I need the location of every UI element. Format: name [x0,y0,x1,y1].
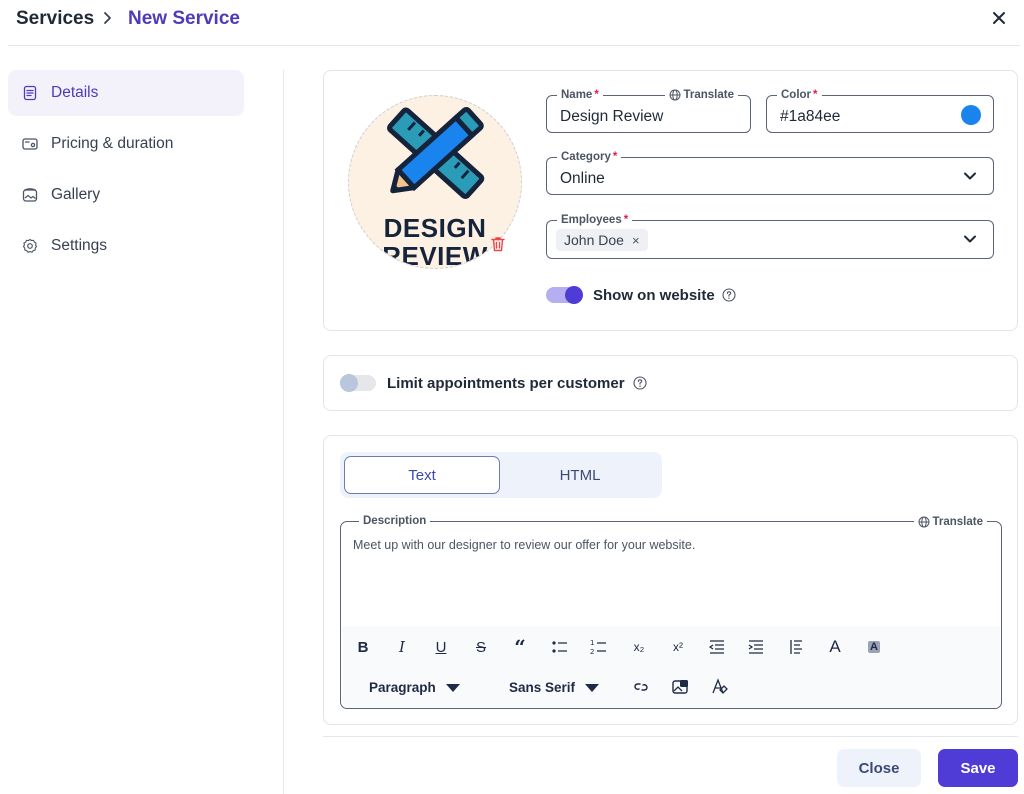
close-icon[interactable] [990,9,1008,27]
gallery-icon [22,187,38,203]
blockquote-icon[interactable]: “ [509,635,531,659]
color-input[interactable]: #1a84ee [780,108,840,126]
breadcrumb-services[interactable]: Services [16,8,94,30]
color-swatch[interactable] [961,105,981,125]
color-label: Color * [777,88,822,102]
header: Services New Service [0,0,1024,46]
subscript-icon[interactable]: x₂ [628,636,650,658]
sidebar-item-label: Settings [51,237,108,254]
name-input[interactable]: Design Review [560,108,663,126]
show-on-website-toggle[interactable] [546,286,583,304]
caret-down-icon [445,683,460,692]
chevron-down-icon[interactable] [963,234,977,244]
tab-html[interactable]: HTML [502,456,658,494]
name-label: Name * [557,88,603,102]
text-direction-icon[interactable] [785,636,807,658]
pencil-ruler-icon [387,106,485,199]
font-select[interactable]: Sans Serif [509,680,600,695]
highlight-icon[interactable]: A [863,636,885,658]
footer-divider [323,736,1018,737]
outdent-icon[interactable] [706,636,728,658]
employees-label: Employees * [557,213,633,227]
sidebar-item-label: Pricing & duration [51,135,174,152]
sidebar-item-settings[interactable]: Settings [8,223,244,269]
name-field[interactable]: Name * Translate Design Review [546,88,751,133]
description-label: Description [359,514,431,528]
bold-icon[interactable]: B [352,636,374,658]
color-field[interactable]: Color * #1a84ee [766,88,994,133]
strikethrough-icon[interactable]: S [470,636,492,658]
tab-text[interactable]: Text [344,456,500,494]
clear-format-icon[interactable] [708,676,730,698]
sidebar-item-label: Gallery [51,186,101,203]
page-title: New Service [128,8,240,29]
indent-icon[interactable] [745,636,767,658]
svg-text:1: 1 [590,639,594,647]
save-button[interactable]: Save [938,749,1018,787]
superscript-icon[interactable]: x² [667,636,689,658]
globe-icon [918,516,929,528]
bullet-list-icon[interactable] [549,636,571,658]
editor-toolbar: B I U S “ 12 x₂ x² A A Paragraph Sans Se… [342,626,1000,708]
sidebar-item-gallery[interactable]: Gallery [8,172,244,218]
sidebar: Details Pricing & duration Gallery Setti… [8,70,244,274]
limit-appointments-label: Limit appointments per customer [387,375,625,392]
sidebar-item-pricing[interactable]: Pricing & duration [8,121,244,167]
chevron-down-icon[interactable] [963,171,977,181]
sidebar-divider [283,70,284,794]
translate-name-button[interactable]: Translate [664,88,738,102]
category-select[interactable]: Category * Online [546,150,994,195]
editor-mode-tabs: Text HTML [340,452,662,498]
font-color-icon[interactable]: A [824,636,846,658]
category-label: Category * [557,150,622,164]
numbered-list-icon[interactable]: 12 [588,636,610,658]
help-icon[interactable] [633,376,647,390]
close-button[interactable]: Close [837,749,921,787]
employee-chip: John Doe × [556,229,648,251]
chevron-right-icon [104,12,111,24]
description-textarea[interactable]: Meet up with our designer to review our … [353,538,695,552]
limit-appointments-toggle[interactable] [340,374,376,392]
italic-icon[interactable]: I [391,636,413,658]
globe-icon [669,89,680,101]
image-icon[interactable] [669,676,691,698]
svg-text:2: 2 [590,648,594,656]
sidebar-item-details[interactable]: Details [8,70,244,116]
description-editor[interactable]: Description Translate Meet up with our d… [340,514,1002,709]
header-divider [8,45,1020,46]
employee-chip-label: John Doe [564,232,624,248]
trash-icon[interactable] [489,235,507,253]
remove-chip-icon[interactable]: × [632,233,640,248]
toggle-knob [565,286,583,304]
caret-down-icon [585,683,600,692]
employees-select[interactable]: Employees * John Doe × [546,213,994,259]
document-icon [22,85,38,101]
link-icon[interactable] [630,676,652,698]
translate-description-button[interactable]: Translate [913,515,987,529]
show-on-website-label: Show on website [593,287,715,304]
paragraph-select[interactable]: Paragraph [369,680,460,695]
wallet-icon [22,136,38,152]
toggle-knob [340,374,358,392]
underline-icon[interactable]: U [430,636,452,658]
help-icon[interactable] [722,288,736,302]
sidebar-item-label: Details [51,84,99,101]
gear-icon [22,238,38,254]
category-value: Online [560,170,605,187]
